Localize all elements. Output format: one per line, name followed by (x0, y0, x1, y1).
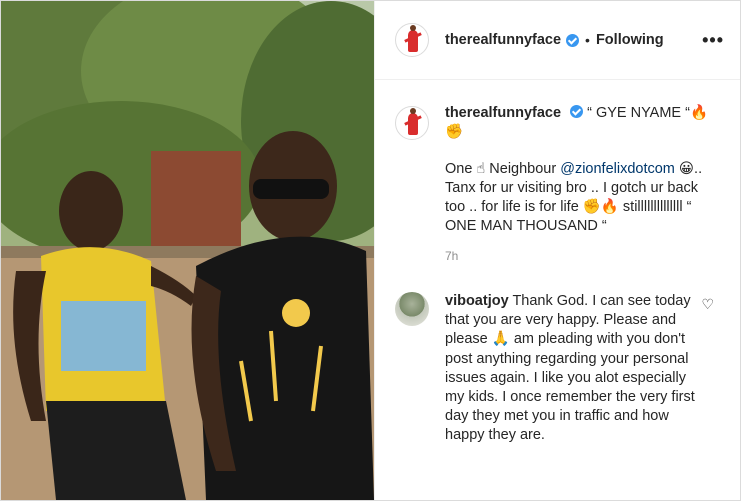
comment-item: viboatjoy Thank God. I can see today tha… (375, 266, 740, 446)
commenter-avatar[interactable] (395, 292, 429, 326)
comment-body: viboatjoy Thank God. I can see today tha… (445, 292, 697, 446)
following-button[interactable]: Following (596, 32, 664, 48)
caption-avatar[interactable] (395, 106, 429, 140)
photo-two-men (1, 1, 374, 500)
post-caption: therealfunnyface “ GYE NYAME “🔥 ✊ One ☝ … (375, 80, 740, 266)
separator-dot: • (585, 32, 590, 48)
like-heart-icon[interactable]: ♡ (701, 296, 714, 313)
header-username[interactable]: therealfunnyface (445, 32, 561, 48)
post-timestamp[interactable]: 7h (445, 247, 717, 266)
mention-link[interactable]: @zionfelixdotcom (560, 161, 675, 177)
instagram-post: therealfunnyface • Following ••• thereal… (0, 0, 741, 501)
comment-username[interactable]: viboatjoy (445, 293, 509, 309)
comment-text: Thank God. I can see today that you are … (445, 293, 695, 444)
verified-badge-icon (566, 33, 580, 47)
caption-body: therealfunnyface “ GYE NYAME “🔥 ✊ One ☝ … (445, 104, 717, 266)
caption-line-2-pre: One ☝ Neighbour (445, 161, 561, 177)
post-sidebar: therealfunnyface • Following ••• thereal… (374, 1, 740, 500)
post-header: therealfunnyface • Following ••• (375, 1, 740, 80)
verified-badge-icon (570, 105, 584, 118)
post-image[interactable] (1, 1, 374, 500)
caption-username[interactable]: therealfunnyface (445, 105, 561, 121)
more-options-icon[interactable]: ••• (702, 30, 724, 51)
profile-avatar[interactable] (395, 23, 429, 57)
